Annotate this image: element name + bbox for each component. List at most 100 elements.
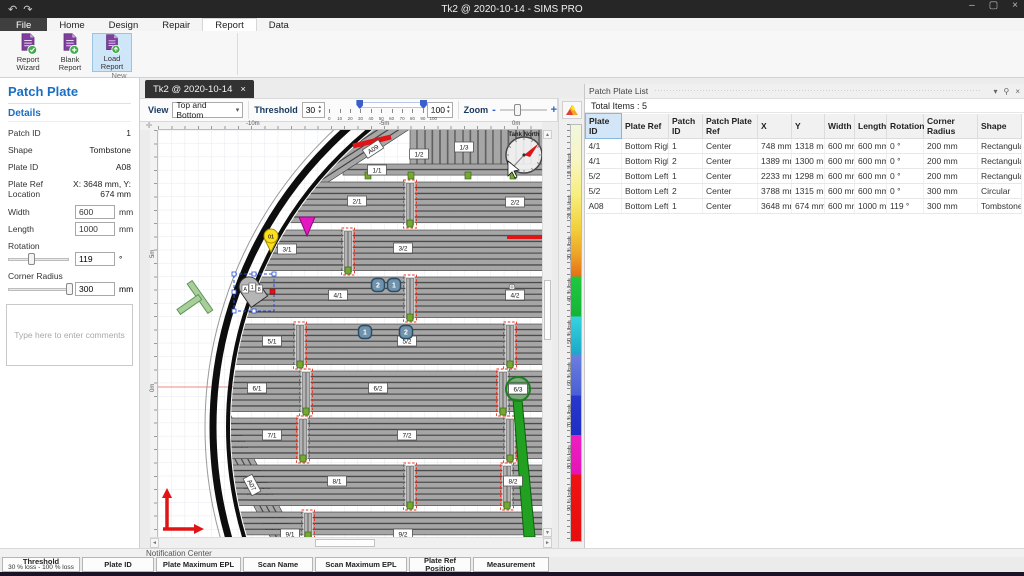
plate-label-4/2[interactable]: 4/2 (506, 290, 525, 300)
column-header-width[interactable]: Width (825, 114, 855, 139)
maximize-button[interactable]: ▢ (989, 0, 998, 11)
zoom-slider-thumb[interactable] (514, 104, 521, 116)
close-button[interactable]: × (1012, 0, 1018, 11)
plate-label-2/1[interactable]: 2/1 (348, 196, 367, 206)
plate-label-9/2[interactable]: 9/2 (394, 529, 413, 537)
width-input[interactable]: 600 (75, 205, 115, 219)
scroll-left-icon[interactable]: ◄ (150, 538, 159, 548)
minimize-button[interactable]: – (969, 0, 975, 11)
column-header-patch-plate-ref[interactable]: Patch Plate Ref (703, 114, 758, 139)
spin-down-icon[interactable]: ▼ (445, 110, 452, 115)
corner-radius-slider[interactable] (8, 282, 69, 296)
status-cell-plate-ref-position[interactable]: Plate Ref Position (409, 557, 471, 572)
zoom-slider[interactable] (500, 103, 547, 117)
ribbon-tab-design[interactable]: Design (97, 18, 151, 31)
palette-icon[interactable] (562, 101, 582, 119)
column-header-plate-ref[interactable]: Plate Ref (622, 114, 669, 139)
patch-badge-1[interactable]: 1 (359, 326, 372, 339)
column-header-x[interactable]: X (758, 114, 792, 139)
corner-radius-input[interactable]: 300 (75, 282, 115, 296)
table-row[interactable]: A08Bottom Left1Center3648 mm674 mm600 mm… (586, 199, 1022, 214)
plate-label-1/3[interactable]: 1/3 (455, 142, 474, 152)
column-header-corner-radius[interactable]: Corner Radius (924, 114, 978, 139)
plate-label-7/2[interactable]: 7/2 (398, 430, 417, 440)
plate-label-4/1[interactable]: 4/1 (329, 290, 348, 300)
column-header-shape[interactable]: Shape (978, 114, 1022, 139)
blank-report-button[interactable]: BlankReport (50, 33, 90, 72)
status-cell-scan-maximum-epl[interactable]: Scan Maximum EPL (315, 557, 407, 572)
table-row[interactable]: 4/1Bottom Right2Center1389 mm1300 mm600 … (586, 154, 1022, 169)
status-cell-plate-maximum-epl[interactable]: Plate Maximum EPL (156, 557, 241, 572)
chevron-down-icon[interactable]: ▾ (993, 87, 997, 96)
column-header-plate-id[interactable]: Plate ID (586, 114, 622, 139)
column-header-y[interactable]: Y (792, 114, 825, 139)
plate-label-9/1[interactable]: 9/1 (281, 529, 300, 537)
ribbon-tab-file[interactable]: File (0, 18, 47, 31)
report-wizard-button[interactable]: ReportWizard (8, 33, 48, 72)
rotation-input[interactable]: 119 (75, 252, 115, 266)
hscroll-thumb[interactable] (315, 539, 375, 547)
vertical-scrollbar[interactable]: ▲ ▼ (542, 130, 552, 537)
svg-text:8/1: 8/1 (332, 479, 341, 486)
patch-badge-2[interactable]: 2 (400, 326, 413, 339)
table-row[interactable]: 5/2Bottom Left2Center3788 mm1315 mm600 m… (586, 184, 1022, 199)
plate-label-8/1[interactable]: 8/1 (328, 476, 347, 486)
pin-icon[interactable]: ⚲ (1003, 87, 1009, 96)
table-cell: Center (703, 184, 758, 199)
plate-label-6/2[interactable]: 6/2 (369, 383, 388, 393)
ribbon-tab-home[interactable]: Home (47, 18, 96, 31)
zoom-out-button[interactable]: - (492, 104, 496, 116)
slider-thumb[interactable] (66, 283, 73, 295)
rotation-slider[interactable] (8, 252, 69, 266)
ribbon-tab-data[interactable]: Data (257, 18, 301, 31)
length-input[interactable]: 1000 (75, 222, 115, 236)
status-cell-measurement[interactable]: Measurement (473, 557, 549, 572)
plate-label-8/2[interactable]: 8/2 (504, 476, 523, 486)
column-header-rotation[interactable]: Rotation (887, 114, 924, 139)
status-cell-scan-name[interactable]: Scan Name (243, 557, 313, 572)
document-tab-close-icon[interactable]: × (240, 84, 246, 95)
plate-label-2/2[interactable]: 2/2 (506, 197, 525, 207)
zoom-in-button[interactable]: + (551, 104, 557, 116)
column-header-length[interactable]: Length (855, 114, 887, 139)
plate-label-1/2[interactable]: 1/2 (410, 149, 429, 159)
patch-badge-1[interactable]: 1 (388, 279, 401, 292)
scroll-right-icon[interactable]: ► (543, 538, 552, 548)
pan-icon[interactable]: ✛ (140, 122, 158, 130)
comments-textarea[interactable]: Type here to enter comments (6, 304, 133, 366)
patch-plate-table[interactable]: Plate IDPlate RefPatch IDPatch Plate Ref… (585, 113, 1022, 214)
ribbon-tab-report[interactable]: Report (202, 18, 257, 31)
spin-down-icon[interactable]: ▼ (315, 110, 324, 115)
status-cell-plate-id[interactable]: Plate ID (82, 557, 154, 572)
scroll-down-icon[interactable]: ▼ (543, 528, 552, 537)
ribbon-tab-strip: FileHomeDesignRepairReportData (0, 18, 1024, 31)
scroll-up-icon[interactable]: ▲ (543, 130, 552, 139)
table-row[interactable]: 4/1Bottom Right1Center748 mm1318 mm600 m… (586, 139, 1022, 154)
tank-map-canvas[interactable]: A1801Tank NorthA091/11/21/32/12/23/13/24… (158, 130, 542, 537)
plate-label-6/3[interactable]: 6/3 (509, 384, 528, 394)
threshold-low-spinner[interactable]: 30 ▲▼ (302, 102, 326, 118)
load-report-button[interactable]: LoadReport (92, 33, 132, 72)
threshold-range-slider[interactable]: 0102030405060708090100 (329, 100, 422, 120)
ruler-label: 5m (150, 250, 156, 258)
patch-badge-2[interactable]: 2 (372, 279, 385, 292)
status-cell-threshold[interactable]: Threshold30 % loss - 100 % loss (2, 557, 80, 572)
plate-label-7/1[interactable]: 7/1 (263, 430, 282, 440)
close-icon[interactable]: × (1015, 87, 1020, 96)
document-tab[interactable]: Tk2 @ 2020-10-14 × (145, 80, 254, 98)
svg-text:5/1: 5/1 (267, 339, 276, 346)
slider-thumb[interactable] (28, 253, 35, 265)
plate-label-6/1[interactable]: 6/1 (248, 383, 267, 393)
column-header-patch-id[interactable]: Patch ID (669, 114, 703, 139)
vscroll-thumb[interactable] (544, 280, 551, 340)
plate-label-3/1[interactable]: 3/1 (278, 244, 297, 254)
table-row[interactable]: 5/2Bottom Left1Center2233 mm1298 mm600 m… (586, 169, 1022, 184)
plate-label-5/1[interactable]: 5/1 (263, 336, 282, 346)
view-dropdown[interactable]: Top and Bottom ▾ (172, 102, 243, 118)
threshold-tick-label: 90 (420, 116, 425, 121)
ribbon-tab-repair[interactable]: Repair (150, 18, 202, 31)
plate-label-3/2[interactable]: 3/2 (394, 243, 413, 253)
horizontal-scrollbar[interactable]: ◄ ► (150, 537, 552, 548)
threshold-low-value: 30 (303, 105, 316, 115)
plate-label-1/1[interactable]: 1/1 (368, 165, 387, 175)
